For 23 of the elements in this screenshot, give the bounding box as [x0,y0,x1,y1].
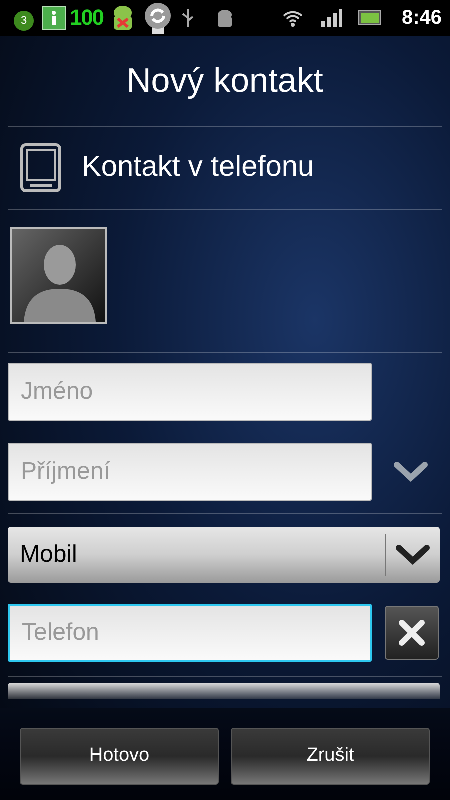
contact-photo-placeholder[interactable] [10,226,107,324]
phone-type-dropdown[interactable]: Mobil [8,527,440,583]
chevron-down-icon [394,462,428,482]
info-icon [42,6,66,30]
phone-icon [20,143,62,193]
battery-level-text: 100 [70,7,104,29]
usb-icon [181,8,196,28]
text-field[interactable]: Jméno [8,363,372,421]
chevron-down-icon [396,545,430,565]
phone-field[interactable]: Telefon [8,604,372,662]
clock-text: 8:46 [402,6,442,31]
sync-icon [143,2,174,34]
remove-button[interactable] [385,606,439,660]
signal-icon [320,8,342,28]
account-label: Kontakt v telefonu [82,150,314,186]
dropdown-partial[interactable] [8,683,440,699]
screen-title: Nový kontakt [126,60,324,102]
close-icon [399,620,425,646]
action-button[interactable]: Hotovo [20,728,219,785]
action-button[interactable]: Zrušit [231,728,430,785]
text-field[interactable]: Příjmení [8,443,372,501]
battery-icon [358,10,382,26]
notification-count-badge: 3 [14,11,34,31]
